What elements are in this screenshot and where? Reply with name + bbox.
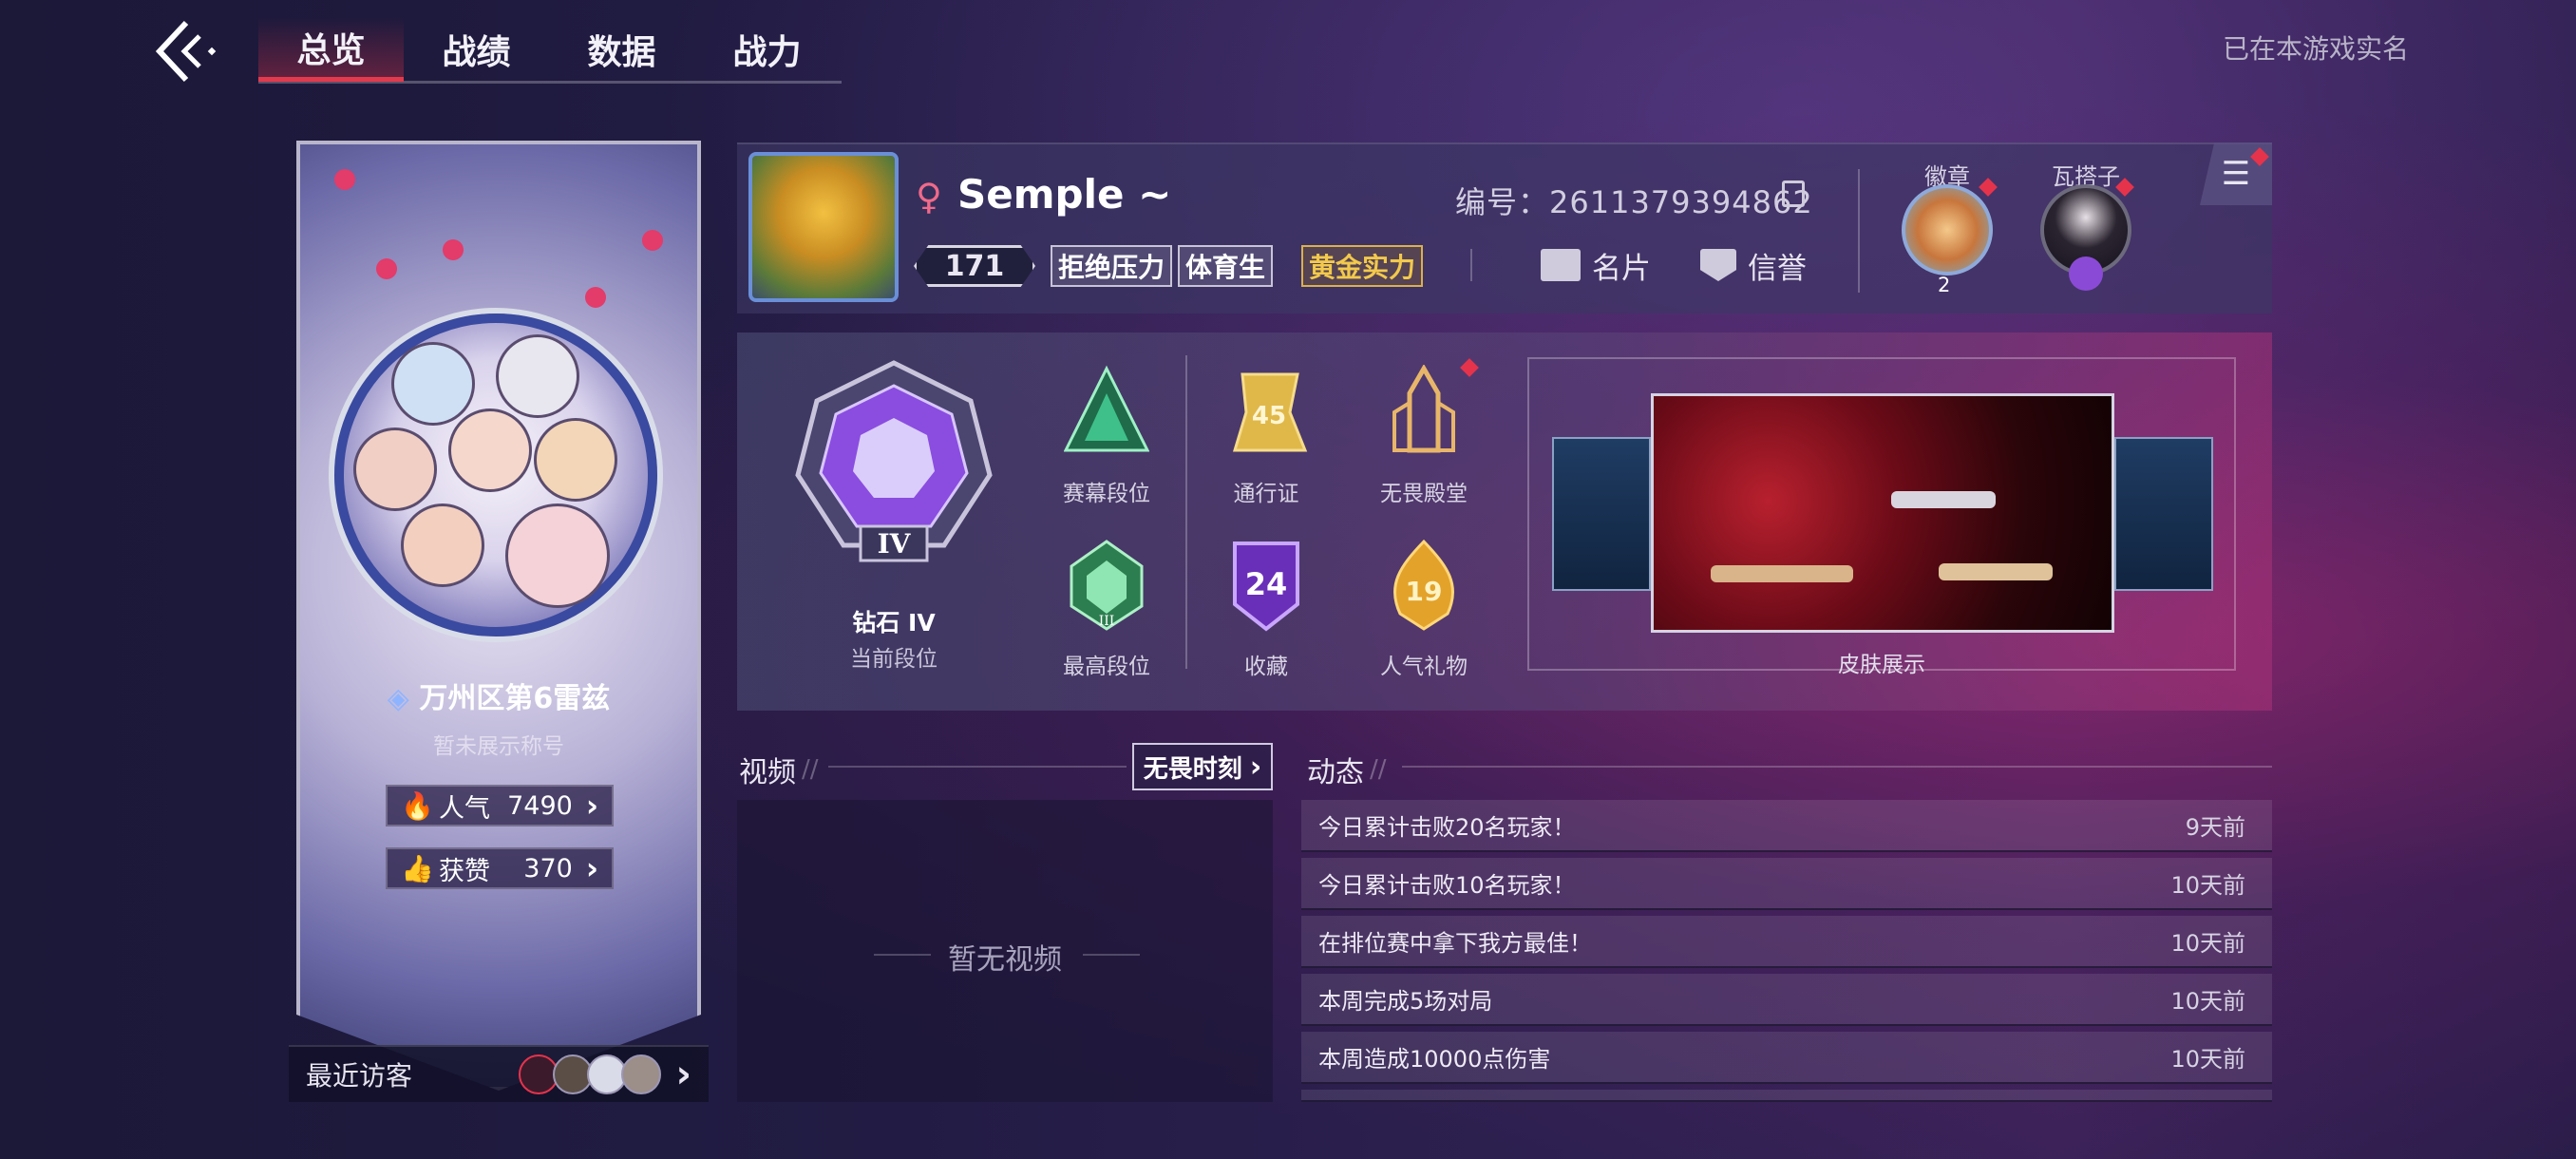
credit-button[interactable]: 信誉: [1700, 243, 1807, 287]
svg-text:45: 45: [1252, 402, 1286, 430]
skin-showcase-label: 皮肤展示: [1838, 653, 1925, 677]
banner-title: ◈ 万州区第6雷兹: [387, 682, 611, 715]
weapon-skin: [1711, 565, 1853, 582]
weapon-skin: [1939, 563, 2053, 580]
id-card-icon: [1541, 249, 1581, 281]
skin-card-right[interactable]: [2114, 437, 2213, 591]
chevron-right-icon[interactable]: ›: [676, 1053, 691, 1096]
valorant-moments-button[interactable]: 无畏时刻 ›: [1132, 743, 1273, 790]
recent-visitors[interactable]: 最近访客 ›: [289, 1045, 709, 1102]
diamond-rank-icon: IV: [795, 360, 993, 562]
feed-header: 动态 //: [1307, 755, 1387, 789]
tag-3: 黄金实力: [1301, 245, 1424, 287]
banner-subtitle: 暂未展示称号: [433, 734, 564, 759]
username: Semple ~: [957, 171, 1172, 218]
chevron-right-icon: ›: [1249, 750, 1262, 784]
tab-data[interactable]: 数据: [549, 17, 694, 82]
svg-text:24: 24: [1245, 566, 1288, 602]
player-avatar[interactable]: [748, 152, 899, 302]
svg-text:19: 19: [1406, 576, 1443, 607]
divider: [828, 766, 1127, 768]
feed-item[interactable]: 今日累计击败20名玩家！ 9天前: [1301, 800, 2272, 852]
tag-1: 拒绝压力: [1051, 245, 1173, 287]
fire-icon: 🔥: [401, 789, 434, 822]
highest-rank-icon: III: [1070, 540, 1144, 631]
pass-ticket-icon: 45: [1232, 372, 1308, 452]
back-button[interactable]: [152, 17, 228, 93]
copy-icon[interactable]: [1782, 180, 1805, 207]
tag-2: 体育生: [1178, 245, 1274, 287]
current-rank-emblem[interactable]: IV: [794, 359, 994, 568]
divider: [1185, 355, 1187, 669]
temple-icon: [1392, 363, 1455, 453]
feed-item[interactable]: 本周完成5场对局 10天前: [1301, 974, 2272, 1026]
skin-card-main[interactable]: [1651, 393, 2114, 633]
divider: [1470, 249, 1472, 281]
video-header: 视频 //: [739, 755, 819, 789]
likes-button[interactable]: 👍 获赞 370 ›: [386, 847, 614, 889]
tab-overview[interactable]: 总览: [258, 17, 404, 82]
player-id: 编号：2611379394862: [1455, 184, 1813, 220]
weapon-skin: [1891, 491, 1996, 508]
back-arrow-icon: [155, 20, 217, 83]
gift-flame-icon: 19: [1393, 539, 1454, 631]
gift-cell[interactable]: 19 人气礼物: [1362, 538, 1486, 680]
collection-cell[interactable]: 24 收藏: [1204, 538, 1328, 680]
banner-art-bowl: [334, 314, 657, 636]
feed-item[interactable]: 在排位赛中拿下我方最佳！ 10天前: [1301, 916, 2272, 968]
diamond-icon: ◈: [387, 682, 409, 715]
divider: [1858, 169, 1860, 293]
visitor-avatar[interactable]: [620, 1054, 661, 1094]
badge-avatar[interactable]: [1902, 184, 1993, 276]
hall-cell[interactable]: 无畏殿堂: [1362, 363, 1486, 507]
season-rank-icon: [1063, 365, 1150, 452]
divider: [1402, 766, 2272, 768]
thumbs-up-icon: 👍: [401, 852, 434, 884]
highest-rank-cell[interactable]: III 最高段位: [1045, 538, 1168, 680]
realname-status: 已在本游戏实名: [2223, 33, 2410, 65]
current-rank-name: 钻石 IV: [852, 609, 936, 636]
collection-badge-icon: 24: [1233, 542, 1299, 632]
pass-cell[interactable]: 45 通行证: [1204, 365, 1328, 507]
svg-text:IV: IV: [878, 528, 912, 560]
current-rank-label: 当前段位: [850, 647, 938, 672]
tab-records[interactable]: 战绩: [404, 17, 549, 82]
chevron-right-icon: ›: [585, 788, 598, 824]
svg-text:III: III: [1099, 614, 1115, 629]
skin-card-left[interactable]: [1552, 437, 1651, 591]
tab-power[interactable]: 战力: [694, 17, 840, 82]
popularity-button[interactable]: 🔥 人气 7490 ›: [386, 785, 614, 826]
badge-count: 2: [1938, 274, 1951, 296]
feed-item[interactable]: 本周造成10000点伤害 10天前: [1301, 1032, 2272, 1084]
level-badge: 171: [914, 245, 1035, 287]
main-tabs: 总览 战绩 数据 战力: [258, 17, 842, 84]
recent-visitors-label: 最近访客: [306, 1060, 413, 1092]
no-video-text: 暂无视频: [948, 943, 1062, 977]
female-icon: ♀: [916, 176, 942, 218]
shield-check-icon: [1700, 249, 1736, 281]
chevron-right-icon: ›: [585, 850, 598, 886]
menu-settings-icon: ☰: [2221, 155, 2251, 193]
partner-rank-icon: [2069, 256, 2103, 291]
season-rank-cell[interactable]: 赛幕段位: [1045, 365, 1168, 507]
feed-item[interactable]: [1301, 1090, 2272, 1102]
namecard-button[interactable]: 名片: [1541, 243, 1651, 287]
feed-item[interactable]: 今日累计击败10名玩家！ 10天前: [1301, 858, 2272, 910]
